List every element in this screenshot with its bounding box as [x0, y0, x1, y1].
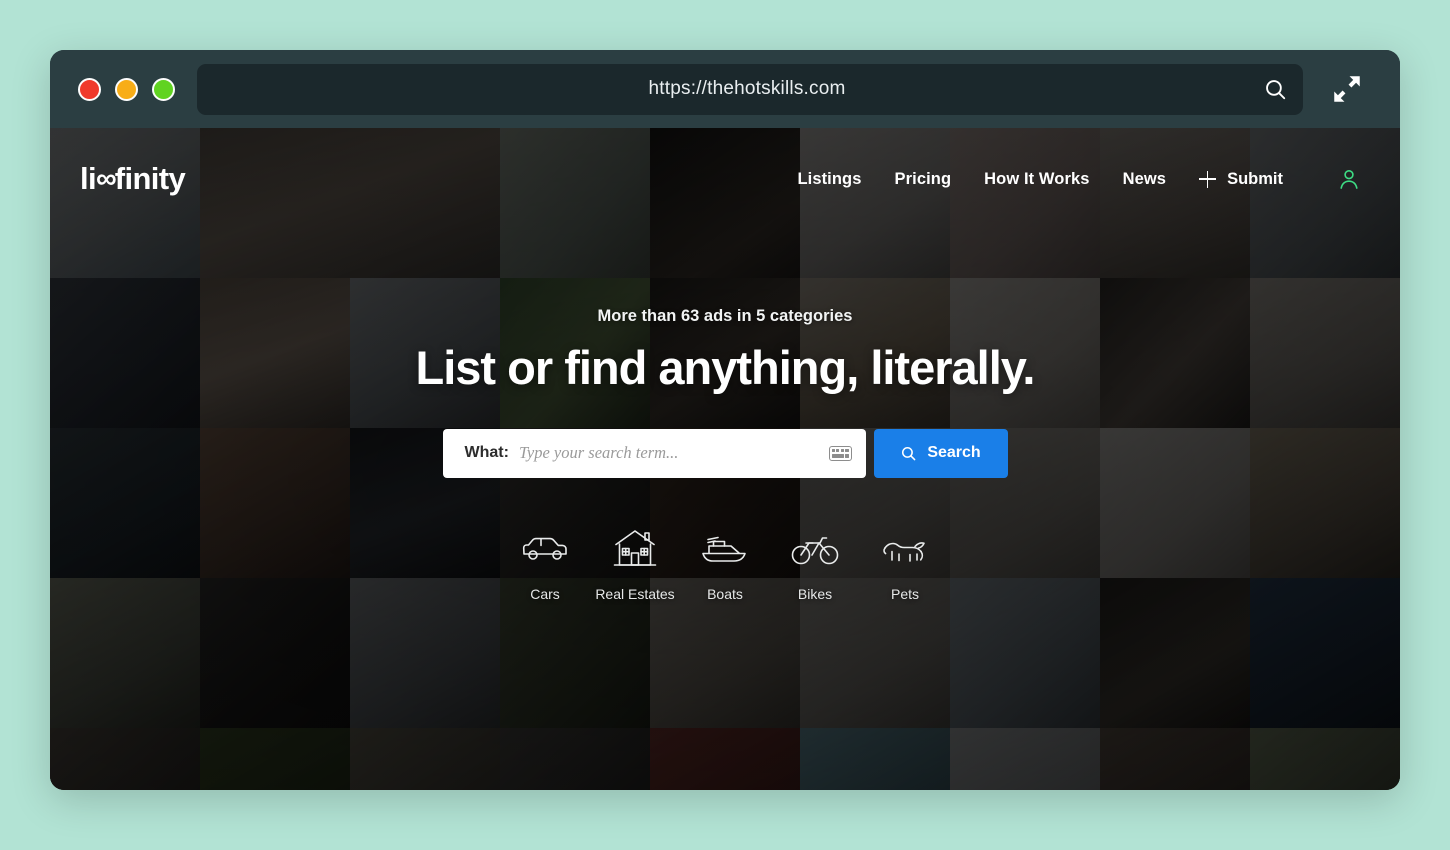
logo-suffix: finity [114, 161, 186, 196]
close-window-button[interactable] [78, 77, 101, 101]
nav-item-pricing[interactable]: Pricing [895, 170, 952, 189]
category-pets[interactable]: Pets [860, 526, 950, 602]
hero-search-bar: What: Search [442, 428, 1008, 478]
site-header: li ∞ finity Listings Pricing How It Work… [50, 128, 1400, 230]
search-what-label: What: [464, 444, 509, 461]
page-viewport: li ∞ finity Listings Pricing How It Work… [50, 128, 1400, 790]
car-icon [519, 526, 571, 572]
minimize-window-button[interactable] [115, 77, 138, 101]
browser-window: https://thehotskills.com li ∞ finity Lis… [50, 50, 1400, 790]
category-boats[interactable]: Boats [680, 526, 770, 602]
category-label: Bikes [797, 585, 833, 602]
category-real-estates[interactable]: Real Estates [590, 526, 680, 602]
search-button[interactable]: Search [873, 428, 1008, 478]
category-shortcuts: Cars Real Estates Boats Bikes Pets [500, 526, 950, 602]
category-label: Pets [890, 585, 919, 602]
window-controls [78, 77, 175, 101]
search-field-wrapper[interactable]: What: [442, 428, 866, 478]
category-label: Boats [707, 585, 743, 602]
address-bar[interactable]: https://thehotskills.com [197, 63, 1303, 115]
infinity-icon: ∞ [96, 163, 117, 195]
search-button-label: Search [927, 444, 981, 461]
dog-icon [879, 526, 931, 572]
maximize-window-button[interactable] [152, 77, 175, 101]
house-icon [610, 526, 660, 572]
nav-item-news[interactable]: News [1123, 170, 1167, 189]
bicycle-icon [790, 526, 840, 572]
submit-label: Submit [1227, 169, 1283, 188]
nav-item-listings[interactable]: Listings [797, 170, 861, 189]
url-text: https://thehotskills.com [648, 78, 846, 99]
search-icon[interactable] [1253, 67, 1297, 111]
browser-titlebar: https://thehotskills.com [50, 50, 1400, 128]
logo-prefix: li [80, 161, 97, 196]
search-input[interactable] [518, 443, 829, 463]
main-navigation: Listings Pricing How It Works News Submi… [797, 164, 1364, 194]
category-cars[interactable]: Cars [500, 526, 590, 602]
category-label: Cars [530, 585, 560, 602]
boat-icon [699, 526, 751, 572]
expand-arrows-icon[interactable] [1319, 64, 1375, 115]
keyboard-icon[interactable] [828, 445, 852, 461]
category-bikes[interactable]: Bikes [770, 526, 860, 602]
user-icon[interactable] [1334, 164, 1364, 194]
nav-item-how-it-works[interactable]: How It Works [984, 170, 1089, 189]
plus-icon [1199, 170, 1217, 188]
category-label: Real Estates [595, 585, 675, 602]
site-logo[interactable]: li ∞ finity [80, 161, 186, 197]
ads-count-text: More than 63 ads in 5 categories [597, 306, 853, 325]
page-title: List or find anything, literally. [415, 340, 1036, 394]
submit-ad-button[interactable]: Submit [1199, 170, 1283, 189]
